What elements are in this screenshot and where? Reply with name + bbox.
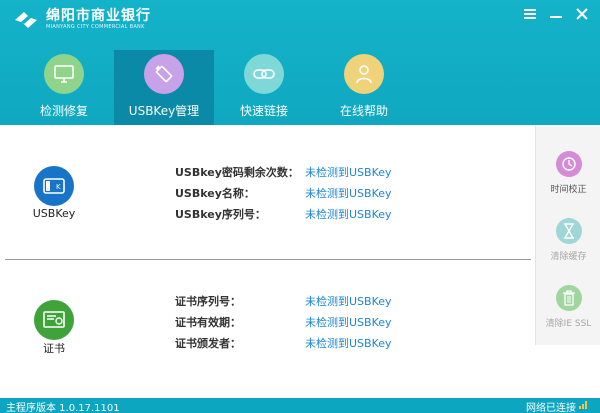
field-key: 证书序列号：	[175, 295, 241, 308]
bank-name-cn: 绵阳市商业银行	[46, 8, 151, 24]
tab-detect-repair[interactable]: 检测修复	[14, 50, 114, 125]
usbkey-device-icon: K	[34, 166, 74, 206]
tab-online-help[interactable]: 在线帮助	[314, 50, 414, 125]
clear-ie-ssl-button[interactable]: 清除IE SSL	[536, 285, 600, 329]
usbkey-label: USBKey	[32, 207, 76, 220]
section-divider	[5, 259, 531, 260]
usbkey-section: K USBKey USBkey密码剩余次数： 未检测到USBKey USBkey…	[0, 125, 535, 261]
trash-icon	[555, 285, 582, 311]
cert-field-row: 证书颁发者： 未检测到USBKey	[175, 335, 392, 351]
usbkey-field-row: USBkey名称： 未检测到USBKey	[175, 185, 392, 201]
sidebar-label: 清除缓存	[550, 252, 587, 262]
menu-icon[interactable]	[522, 6, 538, 22]
status-bar: 主程序版本 1.0.17.1101 网络已连接	[0, 398, 600, 413]
usbkey-field-row: USBkey序列号： 未检测到USBKey	[175, 206, 392, 222]
tab-label: USBKey管理	[128, 104, 200, 118]
svg-text:K: K	[56, 183, 61, 191]
user-icon	[344, 54, 384, 94]
sidebar-label: 清除IE SSL	[545, 319, 592, 329]
field-key: USBkey密码剩余次数：	[175, 166, 299, 179]
field-key: 证书颁发者：	[175, 337, 241, 350]
field-key: 证书有效期：	[175, 316, 241, 329]
field-value[interactable]: 未检测到USBKey	[305, 293, 392, 309]
tab-label: 检测修复	[39, 104, 88, 118]
field-value[interactable]: 未检测到USBKey	[305, 185, 392, 201]
clock-icon	[555, 151, 582, 177]
tab-usbkey-manage[interactable]: USBKey管理	[114, 50, 214, 125]
minimize-icon[interactable]	[548, 6, 564, 22]
time-correction-button[interactable]: 时间校正	[536, 151, 600, 195]
network-status-text: 网络已连接	[526, 403, 576, 413]
tab-quick-link[interactable]: 快速链接	[214, 50, 314, 125]
cert-label: 证书	[43, 342, 65, 355]
signal-icon	[579, 401, 588, 412]
field-value[interactable]: 未检测到USBKey	[305, 314, 392, 330]
tab-label: 在线帮助	[339, 104, 388, 118]
cert-section: 证书 证书序列号： 未检测到USBKey 证书有效期： 未检测到USBKey 证…	[0, 261, 535, 398]
bank-logo-mark-icon	[12, 9, 40, 31]
network-status: 网络已连接	[526, 399, 588, 413]
hourglass-icon	[555, 218, 582, 244]
bank-name-en: MIANYANG CITY COMMERCIAL BANK	[46, 24, 145, 30]
usbkey-icon	[144, 54, 184, 94]
main-panel: K USBKey USBkey密码剩余次数： 未检测到USBKey USBkey…	[0, 125, 535, 398]
usbkey-field-row: USBkey密码剩余次数： 未检测到USBKey	[175, 164, 392, 180]
main-tabs: 检测修复 USBKey管理 快速链接 在线帮助	[14, 50, 414, 125]
field-value[interactable]: 未检测到USBKey	[305, 335, 392, 351]
monitor-icon	[44, 54, 84, 94]
field-key: USBkey名称：	[175, 187, 255, 200]
cert-field-row: 证书序列号： 未检测到USBKey	[175, 293, 392, 309]
clear-cache-button[interactable]: 清除缓存	[536, 218, 600, 262]
link-icon	[244, 54, 284, 94]
field-value[interactable]: 未检测到USBKey	[305, 164, 392, 180]
tab-label: 快速链接	[239, 104, 288, 118]
title-bar: 绵阳市商业银行 MIANYANG CITY COMMERCIAL BANK 检测…	[0, 0, 600, 125]
version-text: 主程序版本 1.0.17.1101	[6, 403, 120, 413]
field-key: USBkey序列号：	[175, 208, 266, 221]
certificate-icon	[34, 300, 74, 340]
close-icon[interactable]	[574, 6, 590, 22]
field-value[interactable]: 未检测到USBKey	[305, 206, 392, 222]
bank-logo: 绵阳市商业银行 MIANYANG CITY COMMERCIAL BANK	[12, 8, 151, 31]
tools-sidebar: 时间校正 清除缓存 清除IE SSL	[535, 125, 600, 345]
window-controls	[522, 6, 590, 22]
sidebar-label: 时间校正	[550, 185, 587, 195]
cert-field-row: 证书有效期： 未检测到USBKey	[175, 314, 392, 330]
